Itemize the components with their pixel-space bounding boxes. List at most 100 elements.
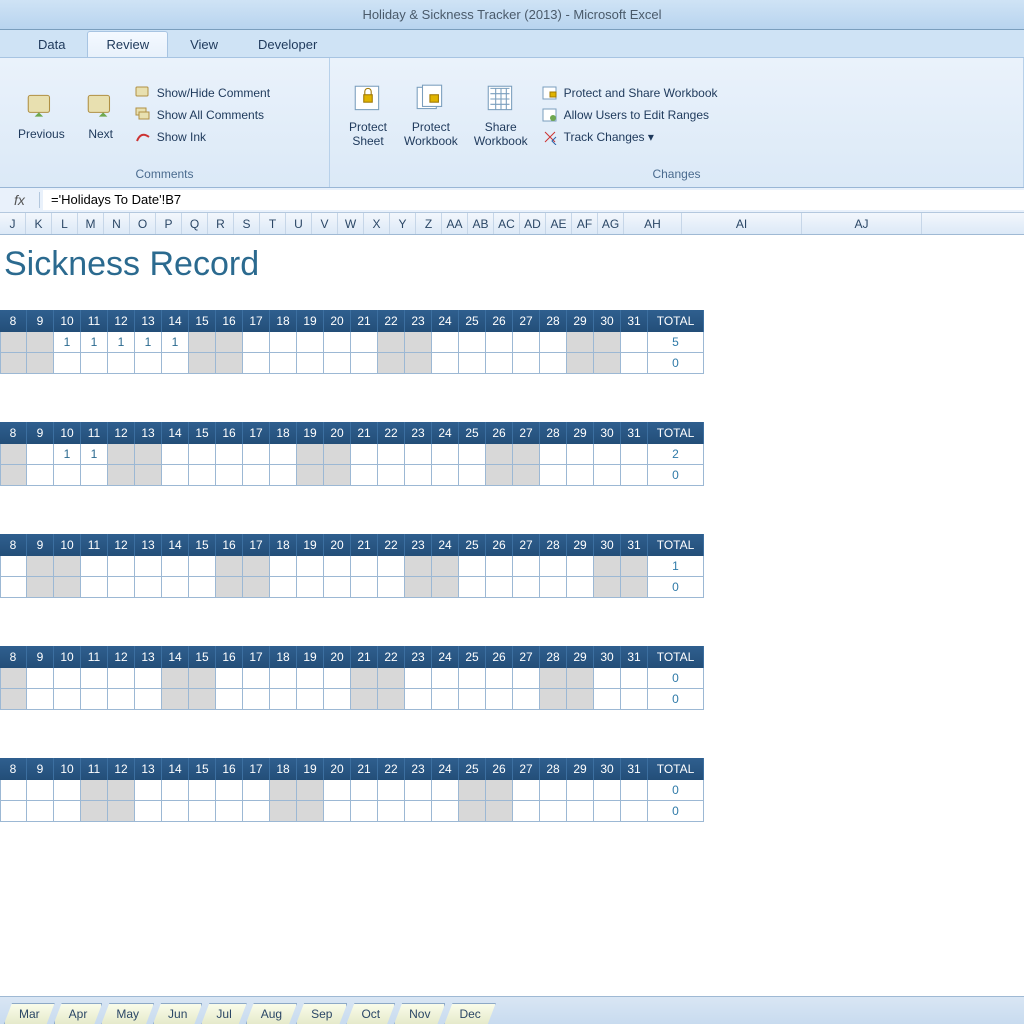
column-header[interactable]: AI [682, 213, 802, 234]
data-cell[interactable] [27, 353, 54, 374]
data-cell[interactable] [567, 332, 594, 353]
column-header[interactable]: W [338, 213, 364, 234]
data-cell[interactable] [27, 444, 54, 465]
data-cell[interactable] [405, 465, 432, 486]
data-cell[interactable] [81, 780, 108, 801]
data-cell[interactable] [567, 465, 594, 486]
show-all-comments-button[interactable]: Show All Comments [135, 107, 270, 123]
day-header-cell[interactable]: 12 [108, 646, 135, 668]
data-cell[interactable] [405, 668, 432, 689]
day-header-cell[interactable]: 28 [540, 534, 567, 556]
data-cell[interactable] [378, 556, 405, 577]
data-cell[interactable] [486, 332, 513, 353]
data-cell[interactable] [270, 444, 297, 465]
data-cell[interactable] [594, 444, 621, 465]
day-header-cell[interactable]: 14 [162, 758, 189, 780]
day-header-cell[interactable]: 26 [486, 646, 513, 668]
data-cell[interactable] [108, 801, 135, 822]
data-cell[interactable] [486, 801, 513, 822]
data-cell[interactable] [0, 444, 27, 465]
column-header[interactable]: T [260, 213, 286, 234]
data-cell[interactable] [405, 332, 432, 353]
day-header-cell[interactable]: 12 [108, 310, 135, 332]
data-cell[interactable] [459, 353, 486, 374]
data-cell[interactable] [567, 689, 594, 710]
day-header-cell[interactable]: 15 [189, 646, 216, 668]
column-header[interactable]: Z [416, 213, 442, 234]
day-header-cell[interactable]: 31 [621, 646, 648, 668]
day-header-cell[interactable]: 8 [0, 534, 27, 556]
day-header-cell[interactable]: 28 [540, 422, 567, 444]
column-header[interactable]: P [156, 213, 182, 234]
sheet-tab-jun[interactable]: Jun [153, 1003, 202, 1024]
day-header-cell[interactable]: 28 [540, 758, 567, 780]
data-cell[interactable] [135, 444, 162, 465]
data-cell[interactable] [162, 577, 189, 598]
day-header-cell[interactable]: 29 [567, 422, 594, 444]
data-cell[interactable] [513, 332, 540, 353]
column-header[interactable]: AB [468, 213, 494, 234]
sheet-tab-may[interactable]: May [101, 1003, 154, 1024]
worksheet-area[interactable]: Sickness Record 891011121314151617181920… [0, 235, 1024, 996]
data-cell[interactable] [162, 801, 189, 822]
day-header-cell[interactable]: 19 [297, 534, 324, 556]
sheet-tab-dec[interactable]: Dec [444, 1003, 495, 1024]
data-cell[interactable] [540, 444, 567, 465]
data-cell[interactable] [243, 668, 270, 689]
sheet-tab-apr[interactable]: Apr [54, 1003, 103, 1024]
data-cell[interactable] [594, 780, 621, 801]
day-header-cell[interactable]: 26 [486, 758, 513, 780]
data-cell[interactable] [351, 577, 378, 598]
column-header[interactable]: AJ [802, 213, 922, 234]
data-cell[interactable] [27, 465, 54, 486]
data-cell[interactable] [432, 556, 459, 577]
data-cell[interactable] [54, 689, 81, 710]
data-cell[interactable] [162, 556, 189, 577]
data-cell[interactable] [0, 577, 27, 598]
data-cell[interactable] [486, 353, 513, 374]
day-header-cell[interactable]: 8 [0, 758, 27, 780]
day-header-cell[interactable]: 29 [567, 534, 594, 556]
day-header-cell[interactable]: 18 [270, 422, 297, 444]
data-cell[interactable] [432, 801, 459, 822]
day-header-cell[interactable]: 18 [270, 646, 297, 668]
day-header-cell[interactable]: 21 [351, 534, 378, 556]
track-changes-dropdown[interactable]: Track Changes ▾ [542, 129, 718, 145]
day-header-cell[interactable]: 31 [621, 758, 648, 780]
data-cell[interactable] [189, 801, 216, 822]
day-header-cell[interactable]: 24 [432, 422, 459, 444]
data-cell[interactable] [81, 465, 108, 486]
data-cell[interactable] [621, 577, 648, 598]
data-cell[interactable] [351, 332, 378, 353]
data-cell[interactable] [432, 577, 459, 598]
data-cell[interactable] [567, 668, 594, 689]
day-header-cell[interactable]: 10 [54, 310, 81, 332]
day-header-cell[interactable]: 20 [324, 646, 351, 668]
day-header-cell[interactable]: 17 [243, 310, 270, 332]
data-cell[interactable] [108, 668, 135, 689]
column-header[interactable]: S [234, 213, 260, 234]
day-header-cell[interactable]: 27 [513, 534, 540, 556]
data-cell[interactable]: 1 [135, 332, 162, 353]
day-header-cell[interactable]: 16 [216, 310, 243, 332]
data-cell[interactable] [513, 668, 540, 689]
day-header-cell[interactable]: 18 [270, 310, 297, 332]
data-cell[interactable] [540, 577, 567, 598]
day-header-cell[interactable]: 9 [27, 646, 54, 668]
day-header-cell[interactable]: 23 [405, 422, 432, 444]
data-cell[interactable] [594, 556, 621, 577]
data-cell[interactable] [324, 780, 351, 801]
day-header-cell[interactable]: 26 [486, 534, 513, 556]
day-header-cell[interactable]: 29 [567, 310, 594, 332]
data-cell[interactable] [108, 444, 135, 465]
data-cell[interactable] [540, 780, 567, 801]
data-cell[interactable] [459, 444, 486, 465]
data-cell[interactable] [459, 556, 486, 577]
day-header-cell[interactable]: 27 [513, 646, 540, 668]
data-cell[interactable] [243, 444, 270, 465]
data-cell[interactable] [27, 556, 54, 577]
previous-comment-button[interactable]: Previous [10, 85, 73, 145]
day-header-cell[interactable]: 27 [513, 310, 540, 332]
day-header-cell[interactable]: 11 [81, 534, 108, 556]
data-cell[interactable] [459, 668, 486, 689]
